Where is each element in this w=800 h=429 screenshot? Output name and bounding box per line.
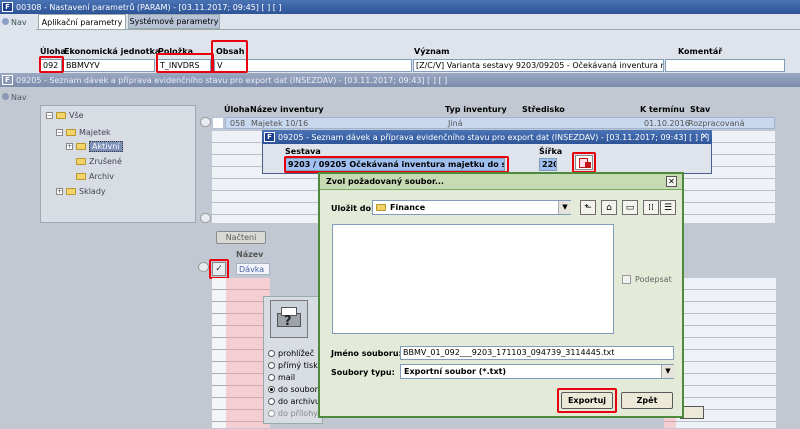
output-radio-group: prohlížeč přímý tisk mail do souboru do … bbox=[268, 347, 323, 419]
inv-nav-button[interactable]: Nav bbox=[0, 91, 36, 103]
tree-item-majetek[interactable]: − Majetek bbox=[56, 127, 123, 138]
radio-primy-tisk[interactable]: přímý tisk bbox=[268, 359, 323, 371]
highlight-uloha bbox=[39, 56, 64, 73]
highlight-checkbox bbox=[209, 259, 229, 279]
tree-item-zrusene[interactable]: Zrušené bbox=[76, 156, 123, 167]
close-icon[interactable]: ✕ bbox=[699, 132, 710, 142]
expand-icon: + bbox=[56, 188, 63, 195]
scroll-up-icon[interactable] bbox=[198, 262, 209, 272]
tree-item-vse[interactable]: − Vše bbox=[46, 110, 123, 121]
col-ekon: Ekonomická jednotka bbox=[64, 47, 161, 56]
chevron-down-icon[interactable]: ▼ bbox=[558, 201, 571, 214]
highlight-export-icon bbox=[572, 152, 596, 173]
davka-header: Dávka bbox=[236, 263, 270, 275]
folder-icon bbox=[66, 188, 76, 195]
file-dialog-title-bar: Zvol požadovaný soubor... ✕ bbox=[320, 174, 682, 190]
filetype-select[interactable]: Exportní soubor (*.txt) ▼ bbox=[400, 364, 674, 379]
radio-mail[interactable]: mail bbox=[268, 371, 323, 383]
batch-scrollbar[interactable] bbox=[198, 262, 210, 422]
home-folder-icon[interactable]: ⌂ bbox=[601, 200, 617, 215]
folder-icon bbox=[76, 173, 86, 180]
folder-icon bbox=[76, 158, 86, 165]
inv-title: 09205 - Seznam dávek a příprava evidenčn… bbox=[16, 75, 448, 85]
printer-icon[interactable]: ? bbox=[270, 300, 308, 338]
batch-checkbox-column[interactable] bbox=[212, 278, 226, 428]
inv-col-uloha: Úloha bbox=[224, 105, 250, 114]
inv-col-nazev: Název inventury bbox=[250, 105, 324, 114]
tree-item-aktivni[interactable]: + Aktivní bbox=[66, 141, 123, 152]
main-title: 00308 - Nastavení parametrů (PARAM) - [0… bbox=[16, 2, 282, 12]
inv-nav-icon bbox=[2, 93, 9, 100]
col-uloha: Úloha bbox=[40, 47, 66, 56]
expand-icon: + bbox=[66, 143, 73, 150]
up-folder-icon[interactable]: ⬑ bbox=[580, 200, 596, 215]
sirka-label: Šířka bbox=[539, 147, 563, 156]
col-komentar: Komentář bbox=[678, 47, 723, 56]
inv-col-stav: Stav bbox=[690, 105, 711, 114]
jmeno-label: Jméno souboru: bbox=[331, 349, 402, 358]
collapse-icon: − bbox=[56, 129, 63, 136]
folder-icon bbox=[56, 112, 66, 119]
komentar-field[interactable] bbox=[665, 59, 785, 72]
folder-select[interactable]: Finance ▼ bbox=[372, 200, 571, 215]
folder-icon bbox=[76, 143, 86, 150]
tab-aplikacni[interactable]: Aplikační parametry bbox=[38, 14, 126, 29]
file-list[interactable] bbox=[332, 224, 614, 334]
collapse-icon: − bbox=[46, 112, 53, 119]
nav-button[interactable]: Nav bbox=[0, 16, 36, 30]
radio-prohlizec[interactable]: prohlížeč bbox=[268, 347, 323, 359]
radio-do-archivu[interactable]: do archivu bbox=[268, 395, 323, 407]
inv-col-stredisko: Středisko bbox=[522, 105, 565, 114]
back-button[interactable]: Zpět bbox=[621, 392, 673, 409]
inv-table-row[interactable]: 058 Majetek 10/16 Jiná 01.10.2016 Rozpra… bbox=[225, 117, 775, 129]
new-folder-icon[interactable]: ▭ bbox=[622, 200, 638, 215]
sirka-field[interactable]: 220 bbox=[539, 158, 557, 171]
highlight-polozka bbox=[156, 53, 214, 73]
nav-icon bbox=[2, 18, 9, 25]
col-vyznam: Význam bbox=[414, 47, 450, 56]
tree-item-archiv[interactable]: Archiv bbox=[76, 171, 123, 182]
ekon-field[interactable]: BBMVYV bbox=[63, 59, 155, 72]
chevron-down-icon[interactable]: ▼ bbox=[661, 365, 674, 378]
highlight-export-button bbox=[557, 388, 617, 413]
typy-label: Soubory typu: bbox=[331, 368, 395, 377]
folder-icon bbox=[376, 204, 386, 211]
tree-item-sklady[interactable]: + Sklady bbox=[56, 186, 123, 197]
tree: − Vše − Majetek + Aktivní Zrušené Archiv + S… bbox=[46, 110, 123, 197]
nacteni-button[interactable]: Načteni bbox=[216, 231, 266, 244]
vyznam-field[interactable]: [Z/C/V] Varianta sestavy 9203/09205 - Oč… bbox=[413, 59, 664, 72]
inv-scrollbar[interactable] bbox=[200, 117, 212, 227]
dialog-close-icon[interactable]: ✕ bbox=[666, 176, 677, 187]
nazev-label: Název bbox=[236, 250, 264, 259]
seznam-title-bar: F 09205 - Seznam dávek a příprava eviden… bbox=[262, 130, 712, 144]
inv-col-termin: K termínu bbox=[640, 105, 685, 114]
inv-col-typ: Typ inventury bbox=[445, 105, 507, 114]
seznam-title: 09205 - Seznam dávek a příprava evidenčn… bbox=[278, 132, 710, 142]
tab-divider bbox=[36, 29, 800, 30]
details-view-icon[interactable]: ☰ bbox=[660, 200, 676, 215]
app-icon: F bbox=[2, 2, 13, 12]
highlight-sestava bbox=[284, 156, 509, 173]
row-selector[interactable] bbox=[212, 117, 224, 129]
radio-do-souboru[interactable]: do souboru bbox=[268, 383, 323, 395]
tab-systemove[interactable]: Systémové parametry bbox=[128, 14, 220, 29]
ulozit-label: Uložit do: bbox=[331, 204, 375, 213]
podepsat-checkbox[interactable]: Podepsat bbox=[622, 275, 672, 284]
inv-title-bar: F 09205 - Seznam dávek a příprava eviden… bbox=[0, 73, 800, 87]
highlight-obsah bbox=[211, 40, 248, 73]
list-view-icon[interactable]: ⁞⁞ bbox=[643, 200, 659, 215]
scroll-up-icon[interactable] bbox=[200, 117, 211, 127]
folder-icon bbox=[66, 129, 76, 136]
filename-input[interactable]: BBMV_01_092___9203_171103_094739_3114445… bbox=[400, 346, 674, 360]
radio-do-prilohy[interactable]: do přílohy bbox=[268, 407, 323, 419]
inv-app-icon: F bbox=[2, 75, 13, 85]
scroll-down-icon[interactable] bbox=[200, 213, 211, 223]
main-title-bar: F 00308 - Nastavení parametrů (PARAM) - … bbox=[0, 0, 800, 14]
seznam-app-icon: F bbox=[264, 132, 275, 142]
sestava-label: Sestava bbox=[285, 147, 321, 156]
